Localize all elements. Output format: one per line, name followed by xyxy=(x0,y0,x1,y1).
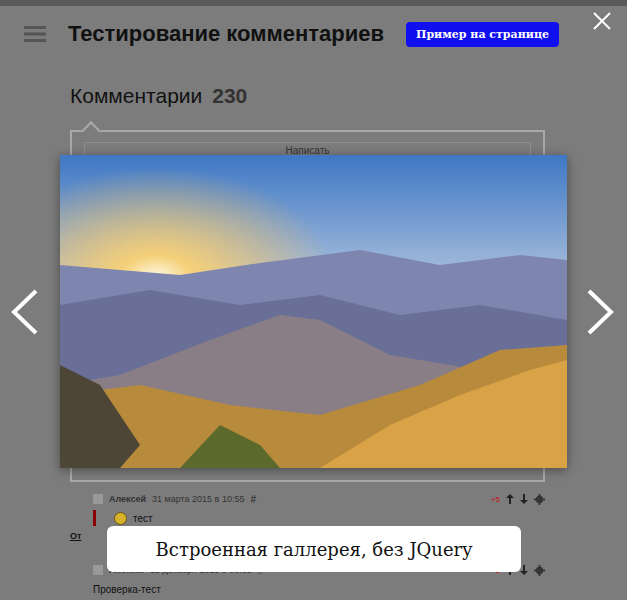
comment-score: +5 xyxy=(491,495,500,504)
previous-arrow-icon[interactable] xyxy=(10,289,40,335)
comment-date: 31 марта 2015 в 10:55 xyxy=(152,494,244,504)
comment-text: тест xyxy=(133,513,153,524)
avatar-icon xyxy=(93,565,103,575)
gallery-caption: Встроенная галлерея, без JQuery xyxy=(107,526,521,572)
comment-body: тест xyxy=(93,508,545,528)
comment-meta: Алексей 31 марта 2015 в 10:55 # +5 xyxy=(93,490,545,508)
vote-up-icon[interactable] xyxy=(506,494,514,504)
comment-anchor[interactable]: # xyxy=(250,494,256,505)
gear-icon[interactable] xyxy=(534,494,545,505)
gear-icon[interactable] xyxy=(534,565,545,576)
page-title: Тестирование комментариев xyxy=(68,21,384,47)
comments-heading: Комментарии 230 xyxy=(70,62,545,110)
gallery-photo xyxy=(60,155,567,468)
landscape-image xyxy=(60,155,567,468)
example-button[interactable]: Пример на странице xyxy=(406,22,559,47)
vote-down-icon[interactable] xyxy=(520,565,528,575)
comments-count: 230 xyxy=(212,84,247,108)
comments-title: Комментарии xyxy=(70,84,202,108)
comment-body: Проверка-тест xyxy=(93,579,545,599)
header: Тестирование комментариев Пример на стран… xyxy=(0,0,627,62)
editor-notch xyxy=(81,121,101,141)
vote-down-icon[interactable] xyxy=(520,494,528,504)
close-icon[interactable] xyxy=(592,11,612,31)
menu-icon[interactable] xyxy=(24,25,46,43)
next-arrow-icon[interactable] xyxy=(585,289,615,335)
smile-icon xyxy=(114,512,127,525)
comment-author[interactable]: Алексей xyxy=(109,494,146,504)
page: Тестирование комментариев Пример на стран… xyxy=(0,0,627,600)
comment-text: Проверка-тест xyxy=(93,584,161,595)
comment-marker xyxy=(93,510,96,526)
avatar-icon xyxy=(93,494,103,504)
